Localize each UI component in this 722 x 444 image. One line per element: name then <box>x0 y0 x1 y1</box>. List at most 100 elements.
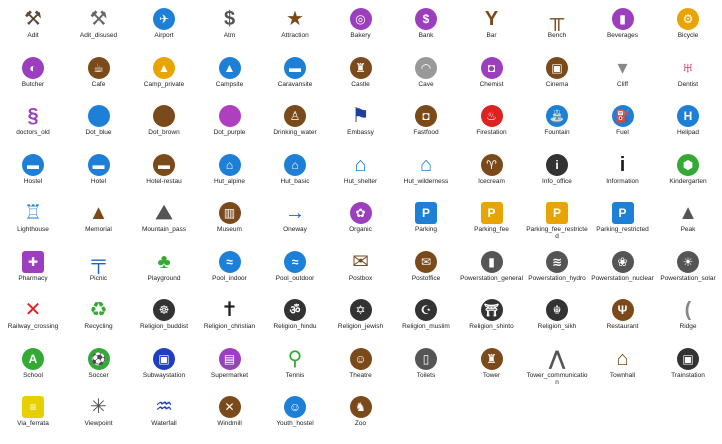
icon-tile-pharmacy: ✚ Pharmacy <box>0 245 66 299</box>
icon-tile-restaurant: Ψ Restaurant <box>590 293 656 347</box>
icon-tile-playground: ♣ Playground <box>131 245 197 299</box>
kindergarten-icon: ⬢ <box>677 153 699 176</box>
icon-tile-butcher: ◐ Butcher <box>0 51 66 105</box>
icon-tile-religion-sikh: ☬ Religion_sikh <box>524 293 590 347</box>
icon-tile-windmill: ✕ Windmill <box>197 390 263 444</box>
icon-label: Dentist <box>677 80 699 88</box>
icon-tile-bakery: ◎ Bakery <box>328 2 394 56</box>
icon-tile-soccer: ⚽ Soccer <box>66 342 132 396</box>
icon-tile-beverages: ▮ Beverages <box>590 2 656 56</box>
icon-label: Railway_crossing <box>7 323 59 330</box>
icon-label: Castle <box>351 80 370 88</box>
icon-label: Bank <box>418 32 434 39</box>
icon-tile-cave: ◠ Cave <box>393 51 459 105</box>
icon-tile-adit-disused: ⚒ Adit_disused <box>66 2 132 56</box>
icon-tile-parking-restricted: P Parking_restricted <box>590 196 656 250</box>
icon-tile-powerstation-hydro: ≋ Powerstation_hydro <box>524 245 590 299</box>
icon-tile-kindergarten: ⬢ Kindergarten <box>655 148 721 202</box>
recycling-icon: ♻ <box>89 299 108 321</box>
icon-label: Helipad <box>676 129 700 136</box>
icon-label: Restaurant <box>606 323 639 330</box>
icon-label: Postoffice <box>411 274 441 282</box>
icon-tile-religion-shinto: ⛩ Religion_shinto <box>459 293 525 347</box>
icon-tile-attraction: ★ Attraction <box>262 2 328 56</box>
tower-communication-icon: ⋀ <box>548 347 566 370</box>
icon-tile-doctors-old: § doctors_old <box>0 99 66 153</box>
campsite-icon: ▲ <box>218 56 241 79</box>
icon-label: Drinking_water <box>273 129 317 136</box>
icon-label: Cinema <box>545 80 569 88</box>
icon-tile-caravansite: ▬ Caravansite <box>262 51 328 105</box>
icon-tile-cliff: ▾ Cliff <box>590 51 656 105</box>
townhall-icon: ⌂ <box>616 347 629 370</box>
icon-label: Atm <box>223 32 236 39</box>
icon-tile-mountain-pass: ⛰ Mountain_pass <box>131 196 197 250</box>
icon-label: Organic <box>349 226 372 233</box>
icon-label: Adit_disused <box>79 32 118 39</box>
icon-label: Subwaystation <box>142 371 186 379</box>
icon-tile-parking-fee: P Parking_fee <box>459 196 525 250</box>
pool-outdoor-icon: ≈ <box>284 250 306 273</box>
icon-tile-powerstation-solar: ☀ Powerstation_solar <box>655 245 721 299</box>
icon-tile-cinema: ▣ Cinema <box>524 51 590 105</box>
icon-grid: ⚒ Adit ⚒ Adit_disused ✈ Airport $ Atm ★ Attractio… <box>0 0 722 433</box>
icon-label: Viewpoint <box>84 420 113 427</box>
windmill-icon: ✕ <box>218 396 241 418</box>
icon-tile-hut-basic: ⌂ Hut_basic <box>262 148 328 202</box>
icon-label: Youth_hostel <box>276 420 314 427</box>
museum-icon: ▥ <box>218 202 241 224</box>
religion-muslim-icon: ☪ <box>415 299 437 321</box>
icon-label: Info_office <box>542 177 572 185</box>
icon-tile-trainstation: ▣ Trainstation <box>655 342 721 396</box>
icon-tile-adit: ⚒ Adit <box>0 2 66 56</box>
icon-tile-hotel-restau: ▬ Hotel-restau <box>131 148 197 202</box>
via-ferrata-icon: ≡ <box>22 396 44 418</box>
parking-fee-restricted-icon: P <box>546 202 568 224</box>
religion-sikh-icon: ☬ <box>546 299 568 321</box>
icon-label: Toilets <box>416 371 436 379</box>
icon-label: Parking_fee_restricted <box>526 226 588 240</box>
icon-label: Hut_wilderness <box>403 177 449 185</box>
icon-tile-pool-indoor: ≈ Pool_indoor <box>197 245 263 299</box>
hotel-restau-icon: ▬ <box>153 153 175 176</box>
icon-tile-peak: ▲ Peak <box>655 196 721 250</box>
pharmacy-icon: ✚ <box>22 250 44 273</box>
icon-label: Camp_private <box>143 80 185 88</box>
icon-tile-atm: $ Atm <box>197 2 263 56</box>
icon-label: Ridge <box>679 323 697 330</box>
icon-tile-religion-hindu: ॐ Religion_hindu <box>262 293 328 347</box>
cafe-icon: ☕ <box>87 56 110 79</box>
chemist-icon: ◘ <box>480 56 503 79</box>
icon-tile-icecream: ♈ Icecream <box>459 148 525 202</box>
oneway-icon: → <box>285 202 305 224</box>
icon-label: Icecream <box>478 177 505 185</box>
parking-restricted-icon: P <box>611 202 634 224</box>
tower-icon: ♜ <box>480 347 503 370</box>
butcher-icon: ◐ <box>22 56 44 79</box>
icon-label: Windmill <box>217 420 242 427</box>
theatre-icon: ☺ <box>349 347 372 370</box>
zoo-icon: ♞ <box>349 396 372 418</box>
tennis-icon: ⚲ <box>287 347 303 370</box>
icon-label: doctors_old <box>16 129 50 136</box>
picnic-icon: ╤ <box>91 250 106 273</box>
information-icon: i <box>619 153 626 176</box>
icon-label: Hotel <box>90 177 107 185</box>
icon-tile-helipad: H Helipad <box>655 99 721 153</box>
powerstation-general-icon: ▮ <box>480 250 503 273</box>
icon-label: Beverages <box>606 32 639 39</box>
icon-tile-picnic: ╤ Picnic <box>66 245 132 299</box>
icon-label: Powerstation_general <box>460 274 523 282</box>
icon-label: Peak <box>680 226 696 233</box>
icon-tile-dentist: ♅ Dentist <box>655 51 721 105</box>
helipad-icon: H <box>677 105 699 127</box>
icon-label: Information <box>606 177 639 185</box>
icon-tile-powerstation-nuclear: ❀ Powerstation_nuclear <box>590 245 656 299</box>
icon-tile-campsite: ▲ Campsite <box>197 51 263 105</box>
religion-shinto-icon: ⛩ <box>480 299 503 321</box>
icon-tile-bank: $ Bank <box>393 2 459 56</box>
icon-tile-waterfall: ♒ Waterfall <box>131 390 197 444</box>
icon-tile-parking: P Parking <box>393 196 459 250</box>
hotel-icon: ▬ <box>87 153 110 176</box>
bakery-icon: ◎ <box>349 8 372 30</box>
